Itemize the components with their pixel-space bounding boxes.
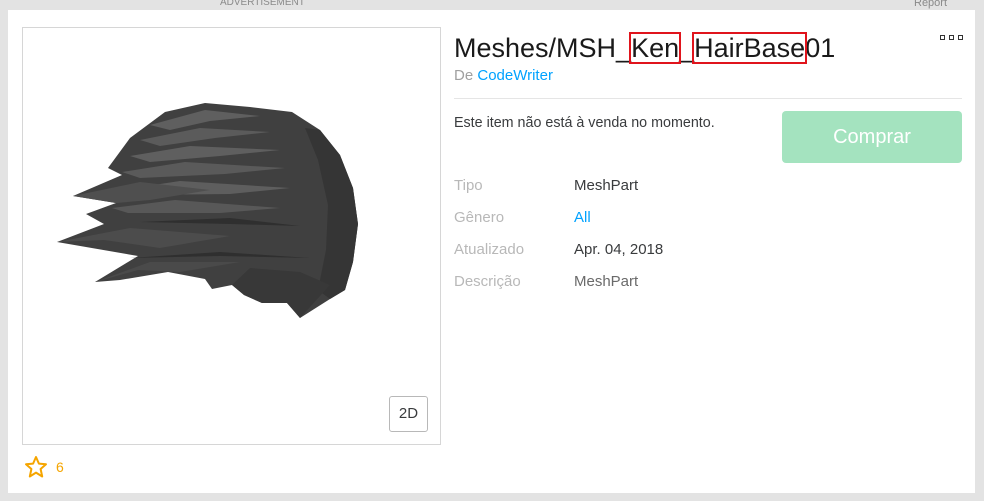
more-options-dot [949, 35, 954, 40]
detail-row-description: Descrição MeshPart [454, 272, 854, 292]
title-highlight-box: HairBase [692, 32, 808, 64]
detail-row-updated: Atualizado Apr. 04, 2018 [454, 240, 854, 260]
favorite-count: 6 [56, 459, 64, 475]
genre-link[interactable]: All [574, 208, 591, 228]
report-link[interactable]: Report [914, 0, 947, 9]
divider [454, 98, 962, 99]
detail-label: Gênero [454, 209, 505, 226]
detail-row-type: Tipo MeshPart [454, 176, 854, 196]
detail-value: Apr. 04, 2018 [574, 241, 664, 258]
detail-label: Descrição [454, 273, 521, 290]
detail-row-genre: Gênero All [454, 208, 854, 228]
more-options-dot [940, 35, 945, 40]
buy-button[interactable]: Comprar [782, 111, 962, 163]
toggle-2d-button[interactable]: 2D [389, 396, 428, 432]
more-options-icon[interactable] [940, 35, 964, 41]
sale-status-text: Este item não está à venda no momento. [454, 115, 715, 131]
more-options-dot [958, 35, 963, 40]
detail-value: MeshPart [574, 273, 639, 290]
hair-mesh-render [57, 103, 358, 318]
item-title: Meshes/MSH_Ken_HairBase01 [454, 32, 836, 64]
creator-byline: De CodeWriter [454, 66, 553, 86]
item-thumbnail: 2D [22, 27, 441, 445]
detail-value: MeshPart [574, 177, 639, 194]
star-icon[interactable] [24, 455, 48, 479]
title-highlight-box: Ken [629, 32, 682, 64]
byline-prefix: De [454, 67, 474, 84]
creator-link[interactable]: CodeWriter [477, 67, 553, 84]
detail-label: Tipo [454, 177, 483, 194]
advertisement-label: ADVERTISEMENT [220, 0, 305, 8]
detail-label: Atualizado [454, 241, 525, 258]
